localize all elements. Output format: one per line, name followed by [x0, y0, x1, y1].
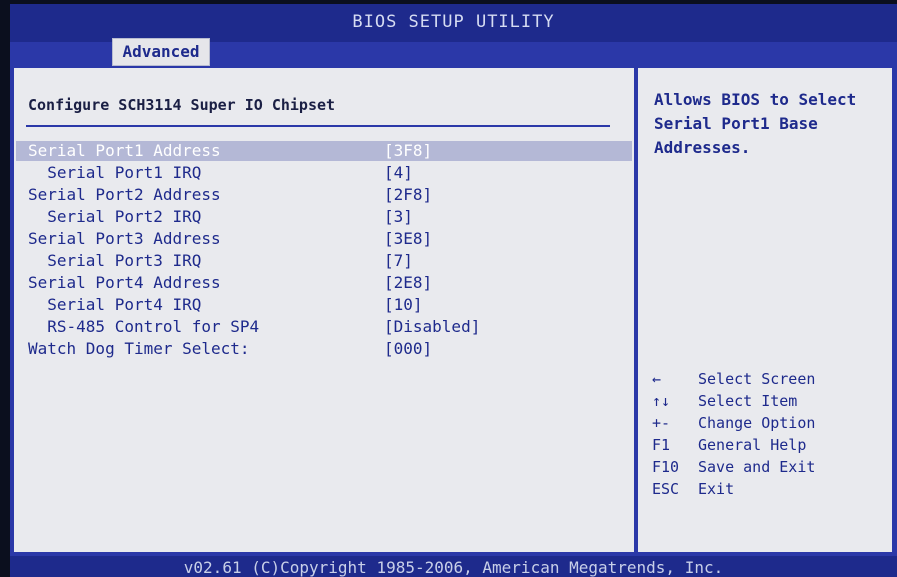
- help-panel: Allows BIOS to Select Serial Port1 Base …: [636, 66, 894, 554]
- esc-key: ESC: [652, 480, 680, 498]
- key-legend-item: ← Select Screen: [652, 368, 892, 390]
- key-legend-item: +- Change Option: [652, 412, 892, 434]
- setting-label: Serial Port4 Address: [28, 273, 221, 292]
- key-legend-item: F1 General Help: [652, 434, 892, 456]
- tab-advanced[interactable]: Advanced: [112, 38, 210, 66]
- setting-value[interactable]: [7]: [384, 250, 413, 272]
- setting-value[interactable]: [3F8]: [384, 140, 432, 162]
- setting-label: Serial Port3 Address: [28, 229, 221, 248]
- key-legend-item: ↑↓ Select Item: [652, 390, 892, 412]
- setting-row-serial-port1-irq[interactable]: Serial Port1 IRQ [4]: [28, 162, 413, 184]
- heading-divider: [26, 125, 610, 127]
- setting-value[interactable]: [000]: [384, 338, 432, 360]
- setting-row-serial-port1-address[interactable]: Serial Port1 Address [3F8]: [28, 140, 432, 162]
- copyright-text: v02.61 (C)Copyright 1985-2006, American …: [183, 558, 724, 577]
- app-title: BIOS SETUP UTILITY: [352, 12, 555, 32]
- key-description: Select Screen: [698, 370, 816, 388]
- setting-row-serial-port2-irq[interactable]: Serial Port2 IRQ [3]: [28, 206, 413, 228]
- key-description: Change Option: [698, 414, 816, 432]
- setting-label: Serial Port3 IRQ: [28, 251, 202, 270]
- setting-label: RS-485 Control for SP4: [28, 317, 260, 336]
- help-description: Allows BIOS to Select Serial Port1 Base …: [654, 90, 857, 157]
- setting-value[interactable]: [2F8]: [384, 184, 432, 206]
- setting-value[interactable]: [2E8]: [384, 272, 432, 294]
- f1-key: F1: [652, 436, 671, 454]
- setting-value[interactable]: [10]: [384, 294, 423, 316]
- f10-key: F10: [652, 458, 680, 476]
- key-legend: ← Select Screen ↑↓ Select Item +- Change…: [652, 368, 892, 500]
- setting-label: Watch Dog Timer Select:: [28, 339, 250, 358]
- key-legend-item: ESC Exit: [652, 478, 892, 500]
- setting-row-serial-port2-address[interactable]: Serial Port2 Address [2F8]: [28, 184, 432, 206]
- bios-screen: BIOS SETUP UTILITY Advanced Configure SC…: [10, 4, 897, 577]
- key-legend-item: F10 Save and Exit: [652, 456, 892, 478]
- setting-row-serial-port4-irq[interactable]: Serial Port4 IRQ [10]: [28, 294, 422, 316]
- setting-value[interactable]: [4]: [384, 162, 413, 184]
- setting-row-serial-port3-address[interactable]: Serial Port3 Address [3E8]: [28, 228, 432, 250]
- status-bar: v02.61 (C)Copyright 1985-2006, American …: [10, 556, 897, 577]
- setting-row-serial-port3-irq[interactable]: Serial Port3 IRQ [7]: [28, 250, 413, 272]
- key-description: General Help: [698, 436, 807, 454]
- settings-panel: Configure SCH3114 Super IO Chipset Seria…: [12, 66, 636, 554]
- title-bar: BIOS SETUP UTILITY: [10, 4, 897, 42]
- key-description: Select Item: [698, 392, 798, 410]
- setting-value[interactable]: [3E8]: [384, 228, 432, 250]
- setting-value[interactable]: [Disabled]: [384, 316, 480, 338]
- setting-row-watch-dog-timer[interactable]: Watch Dog Timer Select: [000]: [28, 338, 432, 360]
- setting-label: Serial Port1 Address: [28, 141, 221, 160]
- setting-row-rs485-control[interactable]: RS-485 Control for SP4 [Disabled]: [28, 316, 480, 338]
- setting-label: Serial Port2 Address: [28, 185, 221, 204]
- setting-label: Serial Port4 IRQ: [28, 295, 202, 314]
- left-arrow-key-icon: ←: [652, 370, 662, 388]
- section-heading: Configure SCH3114 Super IO Chipset: [28, 96, 336, 114]
- plus-minus-key-icon: +-: [652, 414, 671, 432]
- key-description: Exit: [698, 480, 735, 498]
- setting-value[interactable]: [3]: [384, 206, 413, 228]
- key-description: Save and Exit: [698, 458, 816, 476]
- up-down-arrow-key-icon: ↑↓: [652, 392, 671, 410]
- setting-row-serial-port4-address[interactable]: Serial Port4 Address [2E8]: [28, 272, 432, 294]
- setting-label: Serial Port2 IRQ: [28, 207, 202, 226]
- setting-label: Serial Port1 IRQ: [28, 163, 202, 182]
